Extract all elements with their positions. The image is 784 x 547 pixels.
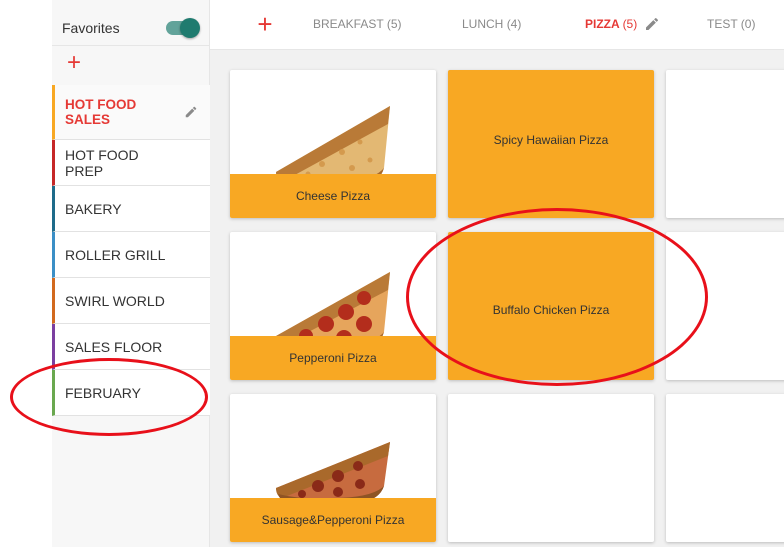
- sidebar-item-label: SWIRL WORLD: [65, 292, 165, 309]
- edit-pencil-icon[interactable]: [184, 105, 198, 119]
- sidebar-item-label: SALES FLOOR: [65, 338, 163, 355]
- tab-bar: + BREAKFAST (5) LUNCH (4) PIZZA (5) TEST…: [210, 0, 784, 50]
- sidebar-item-roller-grill[interactable]: ROLLER GRILL: [52, 232, 210, 278]
- sidebar-item-label: HOT FOOD SALES: [65, 97, 137, 127]
- empty-product-tile[interactable]: [666, 394, 784, 542]
- tab-label: BREAKFAST: [313, 17, 384, 31]
- tab-count: (5): [386, 17, 402, 31]
- tab-count: (4): [506, 17, 522, 31]
- product-label: Cheese Pizza: [230, 174, 436, 218]
- product-label: Spicy Hawaiian Pizza: [493, 132, 609, 147]
- product-label: Sausage&Pepperoni Pizza: [230, 498, 436, 542]
- plus-icon: +: [66, 49, 81, 76]
- plus-icon: +: [257, 9, 273, 39]
- tab-test[interactable]: TEST (0): [707, 17, 755, 31]
- sidebar-item-label: ROLLER GRILL: [65, 246, 166, 263]
- tab-count: (5): [622, 17, 638, 31]
- favorites-label: Favorites: [62, 19, 120, 36]
- highlight-circle-buffalo-chicken: [406, 208, 708, 386]
- add-category-button[interactable]: +: [64, 49, 84, 76]
- empty-product-tile[interactable]: [448, 394, 654, 542]
- sidebar-item-hot-food-prep[interactable]: HOT FOOD PREP: [52, 140, 210, 186]
- favorites-toggle[interactable]: [166, 17, 200, 38]
- tab-label: TEST: [707, 17, 738, 31]
- highlight-circle-february: [10, 358, 208, 436]
- product-tile-sausage-pepperoni-pizza[interactable]: Sausage&Pepperoni Pizza: [230, 394, 436, 542]
- edit-pencil-icon[interactable]: [644, 16, 660, 32]
- sidebar-item-label: HOT FOOD PREP: [65, 146, 139, 179]
- category-sidebar: Favorites + HOT FOOD SALES HOT FOOD PREP…: [52, 0, 210, 547]
- sidebar-item-swirl-world[interactable]: SWIRL WORLD: [52, 278, 210, 324]
- product-label: Pepperoni Pizza: [230, 336, 436, 380]
- tab-count: (0): [740, 17, 756, 31]
- tab-lunch[interactable]: LUNCH (4): [462, 17, 521, 31]
- empty-product-tile[interactable]: [666, 70, 784, 218]
- sidebar-item-label: BAKERY: [65, 200, 122, 217]
- add-tab-button[interactable]: +: [254, 9, 276, 39]
- tab-pizza[interactable]: PIZZA (5): [585, 17, 637, 31]
- toggle-knob[interactable]: [180, 17, 200, 38]
- favorites-row: Favorites: [52, 10, 210, 46]
- tab-breakfast[interactable]: BREAKFAST (5): [313, 17, 402, 31]
- tab-label: LUNCH: [462, 17, 504, 31]
- product-tile-pepperoni-pizza[interactable]: Pepperoni Pizza: [230, 232, 436, 380]
- sidebar-item-bakery[interactable]: BAKERY: [52, 186, 210, 232]
- product-tile-spicy-hawaiian-pizza[interactable]: Spicy Hawaiian Pizza: [448, 70, 654, 218]
- sidebar-item-hot-food-sales[interactable]: HOT FOOD SALES: [52, 85, 210, 140]
- product-tile-cheese-pizza[interactable]: Cheese Pizza: [230, 70, 436, 218]
- tab-label: PIZZA: [585, 17, 620, 31]
